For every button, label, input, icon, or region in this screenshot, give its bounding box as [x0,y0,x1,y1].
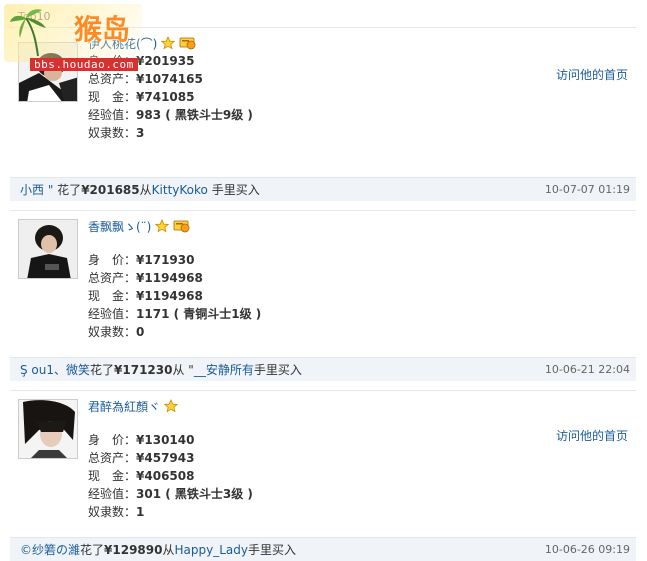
body-price-row: 身 价：¥130140 [88,431,253,449]
total-assets-label: 总资产： [88,451,137,465]
experience-value: 983 ( 黑铁斗士9级 ) [136,108,253,122]
ranking-entry: 君醉為紅顏ヾ 身 价：¥130140 总资产：¥457943 现 金：¥4065… [10,390,636,530]
total-assets-row: 总资产：¥1074165 [88,70,253,88]
transaction-row: 小西 " 花了¥201685从KittyKoko 手里买入 10-07-07 0… [10,177,636,201]
avatar[interactable] [18,399,78,459]
seller-link[interactable]: KittyKoko [152,183,208,197]
medal-icon [179,37,196,50]
total-assets-row: 总资产：¥457943 [88,449,253,467]
transaction-date: 10-07-07 01:19 [544,183,630,196]
from-text: 从 [162,543,175,557]
body-price-label: 身 价： [88,433,137,447]
slaves-value: 0 [136,325,145,339]
experience-row: 经验值：983 ( 黑铁斗士9级 ) [88,106,253,124]
entry-info: 香飘飘ゝ(¨) 身 价：¥171930 总资产：¥1194968 现 金：¥11… [88,217,261,341]
experience-label: 经验值： [88,487,137,501]
ranking-entry: 香飘飘ゝ(¨) 身 价：¥171930 总资产：¥1194968 现 金：¥11… [10,210,636,350]
cash-label: 现 金： [88,289,137,303]
seller-link[interactable]: __安静所有 [194,363,254,377]
body-price-value: ¥130140 [136,433,195,447]
star-icon [155,219,170,233]
cash-row: 现 金：¥1194968 [88,287,261,305]
slaves-label: 奴隶数： [88,325,137,339]
from-text: 从 " [172,363,194,377]
spent-text: 花了 [57,183,82,197]
body-price-row: 身 价：¥171930 [88,251,261,269]
spent-text: 花了 [90,363,115,377]
experience-value: 301 ( 黑铁斗士3级 ) [136,487,253,501]
action-text: 手里买入 [253,363,302,377]
top10-header: Top10 [10,8,636,28]
cash-row: 现 金：¥741085 [88,88,253,106]
ranking-entry: 伊人桃花(⌒) 身 价：¥201935 总资产：¥1074165 现 金：¥74… [10,34,636,164]
buyer-link[interactable]: 小西 " [20,183,53,197]
total-assets-row: 总资产：¥1194968 [88,269,261,287]
amount-value: ¥201685 [81,183,140,197]
player-name[interactable]: 香飘飘ゝ(¨) [88,218,151,235]
slaves-label: 奴隶数： [88,126,137,140]
experience-label: 经验值： [88,108,137,122]
visit-homepage-link[interactable]: 访问他的首页 [556,427,628,444]
cash-row: 现 金：¥406508 [88,467,253,485]
body-price-value: ¥171930 [136,253,195,267]
action-text: 手里买入 [247,543,296,557]
seller-link[interactable]: Happy_Lady [175,543,248,557]
cash-value: ¥1194968 [136,289,203,303]
avatar[interactable] [18,42,78,102]
slaves-row: 奴隶数：0 [88,323,261,341]
total-assets-value: ¥1074165 [136,72,203,86]
transaction-row: ©纱箬の濰花了¥129890从Happy_Lady手里买入 10-06-26 0… [10,537,636,561]
amount-value: ¥129890 [104,543,163,557]
body-price-label: 身 价： [88,54,137,68]
transaction-row: Ş ou1、微笑花了¥171230从 "__安静所有手里买入 10-06-21 … [10,357,636,381]
from-text: 从 [139,183,152,197]
cash-value: ¥406508 [136,469,195,483]
player-name[interactable]: 伊人桃花(⌒) [88,35,157,52]
medal-icon [173,220,190,233]
star-icon [164,399,179,413]
amount-value: ¥171230 [114,363,173,377]
experience-value: 1171 ( 青铜斗士1级 ) [136,307,262,321]
top10-tab[interactable]: Top10 [18,10,51,23]
experience-row: 经验值：1171 ( 青铜斗士1级 ) [88,305,261,323]
buyer-link[interactable]: ©纱箬の濰 [20,543,80,557]
experience-label: 经验值： [88,307,137,321]
cash-label: 现 金： [88,469,137,483]
slaves-value: 1 [136,505,145,519]
visit-homepage-link[interactable]: 访问他的首页 [556,66,628,83]
body-price-label: 身 价： [88,253,137,267]
slaves-row: 奴隶数：3 [88,124,253,142]
total-assets-value: ¥457943 [136,451,195,465]
transaction-date: 10-06-21 22:04 [544,363,630,376]
body-price-row: 身 价：¥201935 [88,52,253,70]
cash-label: 现 金： [88,90,137,104]
transaction-date: 10-06-26 09:19 [544,543,630,556]
experience-row: 经验值：301 ( 黑铁斗士3级 ) [88,485,253,503]
action-text: 手里买入 [211,183,260,197]
total-assets-label: 总资产： [88,271,137,285]
cash-value: ¥741085 [136,90,195,104]
avatar[interactable] [18,219,78,279]
total-assets-label: 总资产： [88,72,137,86]
slaves-value: 3 [136,126,145,140]
body-price-value: ¥201935 [136,54,195,68]
entry-info: 君醉為紅顏ヾ 身 价：¥130140 总资产：¥457943 现 金：¥4065… [88,397,253,521]
entry-info: 伊人桃花(⌒) 身 价：¥201935 总资产：¥1074165 现 金：¥74… [88,34,253,142]
player-name[interactable]: 君醉為紅顏ヾ [88,398,160,415]
slaves-row: 奴隶数：1 [88,503,253,521]
total-assets-value: ¥1194968 [136,271,203,285]
star-icon [161,36,176,50]
buyer-link[interactable]: Ş ou1、微笑 [20,363,90,377]
spent-text: 花了 [80,543,105,557]
slaves-label: 奴隶数： [88,505,137,519]
